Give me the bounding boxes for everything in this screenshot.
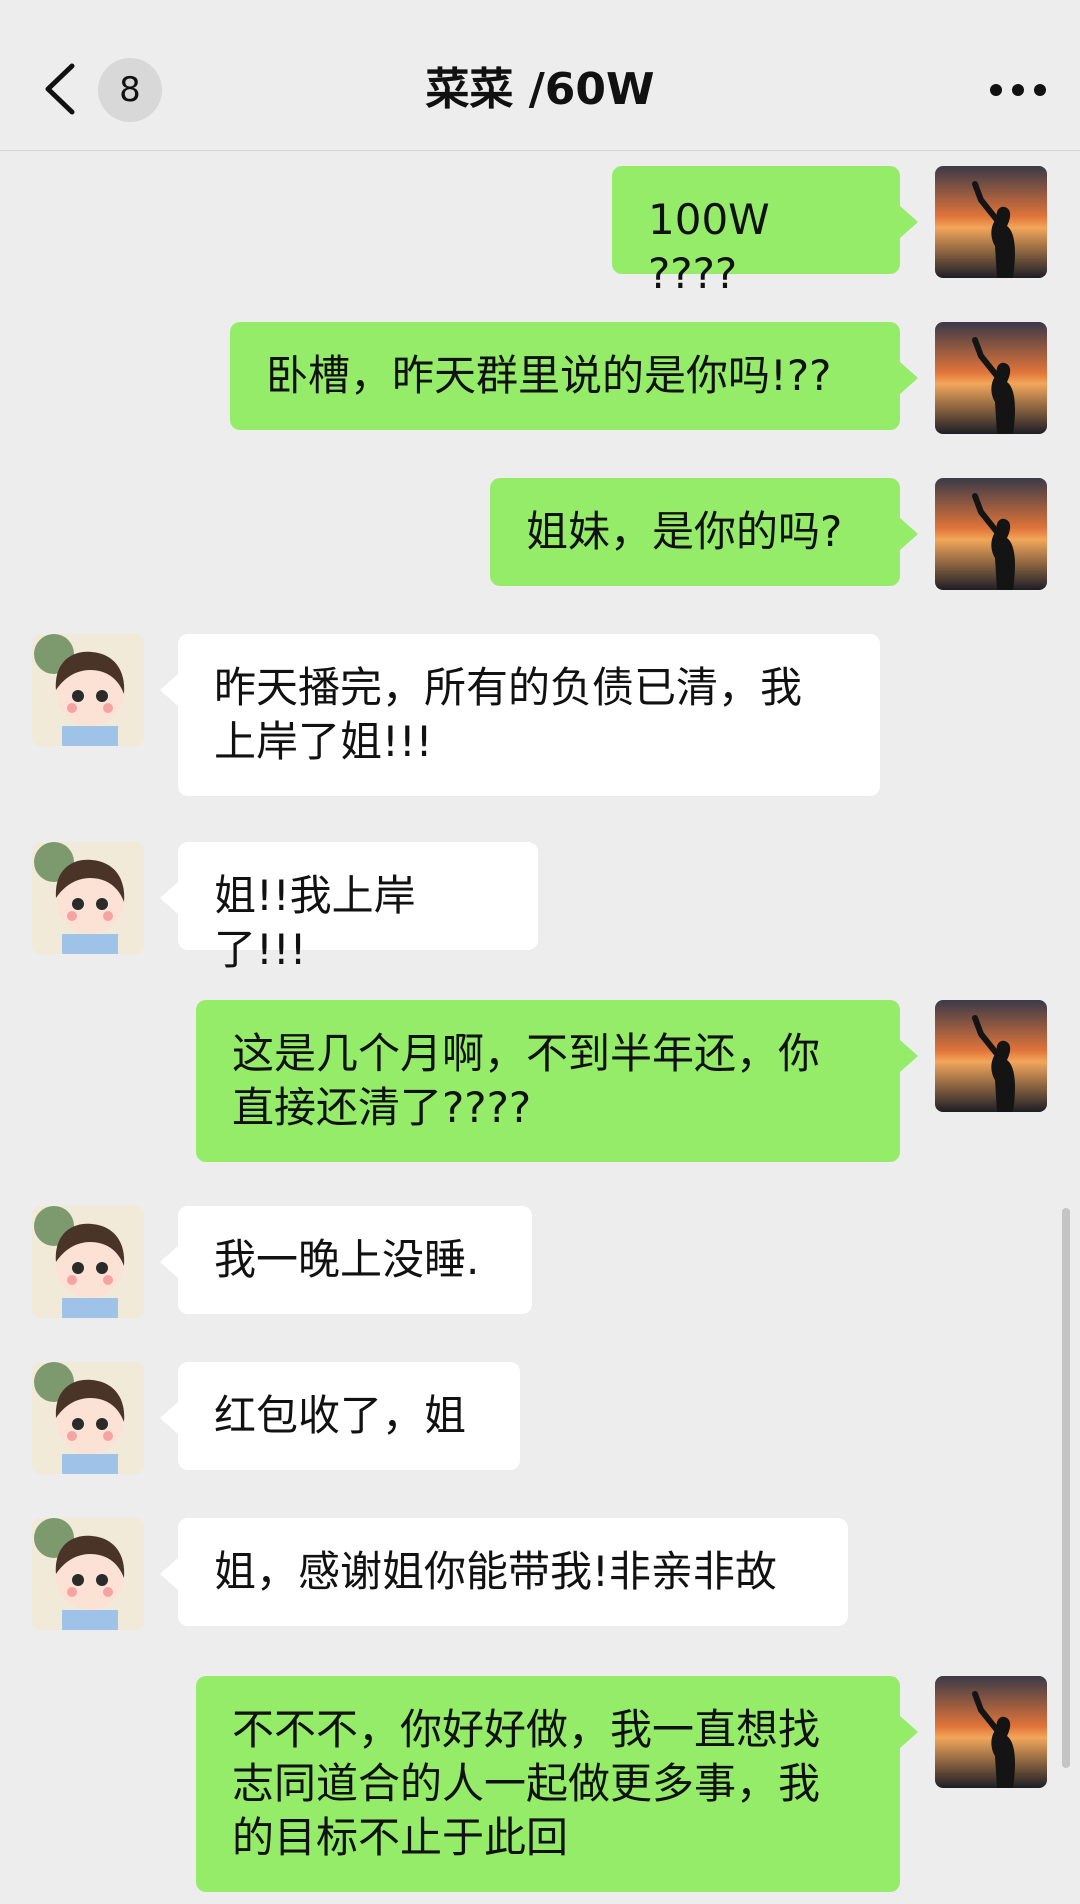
scrollbar[interactable] [1062, 1208, 1070, 1768]
message-bubble[interactable]: 不不不，你好好做，我一直想找 志同道合的人一起做更多事，我 的目标不止于此回 [196, 1676, 918, 1892]
message-row: 我一晚上没睡. [0, 1190, 1080, 1318]
message-bubble[interactable]: 我一晚上没睡. [160, 1206, 532, 1314]
message-bubble[interactable]: 姐!!我上岸了!!! [160, 842, 538, 974]
message-row: 卧槽，昨天群里说的是你吗!?? [0, 306, 1080, 434]
message-row: 姐!!我上岸了!!! [0, 826, 1080, 974]
chat-header: 8 菜菜 /60W [0, 0, 1080, 151]
message-bubble[interactable]: 姐，感谢姐你能带我!非亲非故 [160, 1518, 848, 1626]
message-row: 100W ???? [0, 150, 1080, 298]
message-row: 昨天播完，所有的负债已清，我 上岸了姐!!! [0, 618, 1080, 796]
more-dots-icon[interactable] [988, 78, 1048, 102]
chat-title: 菜菜 /60W [425, 64, 655, 115]
my-avatar[interactable] [935, 322, 1047, 434]
my-avatar[interactable] [935, 478, 1047, 590]
message-bubble[interactable]: 昨天播完，所有的负债已清，我 上岸了姐!!! [160, 634, 880, 796]
message-row: 红包收了，姐 [0, 1346, 1080, 1474]
message-bubble[interactable]: 这是几个月啊，不到半年还，你 直接还清了???? [196, 1000, 918, 1162]
message-list[interactable]: 100W ???? 卧槽，昨天群里说的是你吗!?? 姐妹，是你的吗? 昨天播完，… [0, 150, 1080, 1904]
contact-avatar[interactable] [32, 1206, 144, 1318]
my-avatar[interactable] [935, 1676, 1047, 1788]
contact-avatar[interactable] [32, 1518, 144, 1630]
my-avatar[interactable] [935, 166, 1047, 278]
message-bubble[interactable]: 100W ???? [612, 166, 918, 298]
message-bubble[interactable]: 姐妹，是你的吗? [490, 478, 918, 586]
message-row: 姐，感谢姐你能带我!非亲非故 [0, 1502, 1080, 1630]
contact-avatar[interactable] [32, 634, 144, 746]
message-row: 不不不，你好好做，我一直想找 志同道合的人一起做更多事，我 的目标不止于此回 [0, 1660, 1080, 1892]
contact-avatar[interactable] [32, 842, 144, 954]
message-row: 这是几个月啊，不到半年还，你 直接还清了???? [0, 984, 1080, 1162]
message-row: 姐妹，是你的吗? [0, 462, 1080, 590]
my-avatar[interactable] [935, 1000, 1047, 1112]
message-bubble[interactable]: 卧槽，昨天群里说的是你吗!?? [230, 322, 918, 430]
message-bubble[interactable]: 红包收了，姐 [160, 1362, 520, 1470]
contact-avatar[interactable] [32, 1362, 144, 1474]
